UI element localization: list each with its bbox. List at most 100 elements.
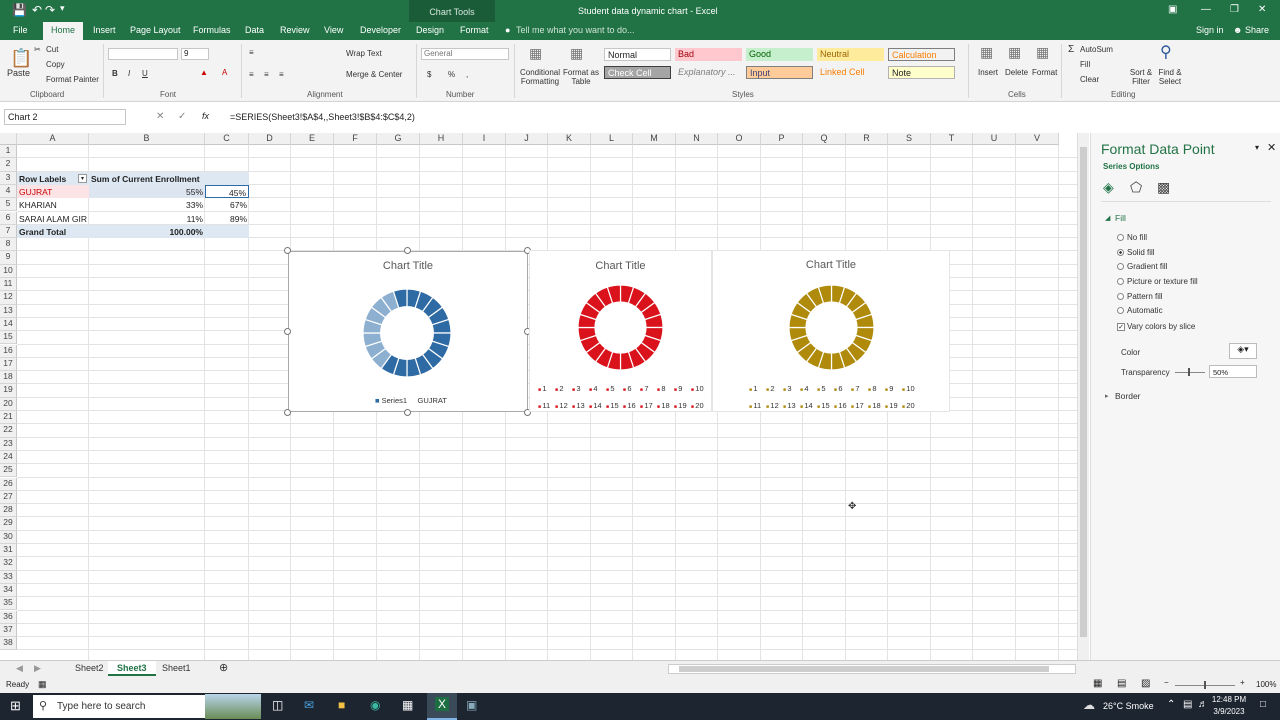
conditional-formatting-icon[interactable]: ▦ bbox=[529, 45, 542, 62]
resize-handle[interactable] bbox=[284, 409, 291, 416]
column-header[interactable]: K bbox=[548, 133, 591, 145]
row-header[interactable]: 35 bbox=[0, 597, 17, 611]
currency-icon[interactable]: $ bbox=[427, 70, 431, 79]
row-header[interactable]: 5 bbox=[0, 198, 17, 212]
legend-entry[interactable]: ■ 17 bbox=[640, 398, 656, 415]
legend-entry[interactable]: ■ 19 bbox=[674, 398, 690, 415]
chart-2[interactable]: Chart Title ■ Series1 GUJRAT bbox=[288, 251, 528, 412]
fill-collapse-icon[interactable]: ◢ bbox=[1105, 214, 1110, 222]
sign-in-link[interactable]: Sign in bbox=[1196, 25, 1224, 35]
legend-entry[interactable]: ■ 5 bbox=[606, 381, 622, 398]
legend-entry[interactable]: ■ 19 bbox=[885, 398, 901, 415]
store-icon[interactable]: ▦ bbox=[402, 698, 413, 712]
edge-icon[interactable]: ◉ bbox=[370, 698, 380, 712]
column-header[interactable]: Q bbox=[803, 133, 846, 145]
format-table-icon[interactable]: ▦ bbox=[570, 45, 583, 62]
macro-record-icon[interactable]: ▦ bbox=[38, 679, 47, 690]
redo-icon[interactable]: ↷ bbox=[45, 3, 55, 17]
column-header[interactable]: J bbox=[506, 133, 548, 145]
pivot-row-label[interactable]: SARAI ALAM GIR bbox=[17, 212, 89, 225]
wrap-text-button[interactable]: Wrap Text bbox=[346, 49, 382, 58]
clock-time[interactable]: 12:48 PM bbox=[1209, 695, 1249, 704]
row-header[interactable]: 27 bbox=[0, 490, 17, 505]
row-header[interactable]: 22 bbox=[0, 424, 17, 438]
column-header[interactable]: F bbox=[334, 133, 377, 145]
row-header[interactable]: 12 bbox=[0, 291, 17, 305]
tab-design[interactable]: Design bbox=[416, 25, 444, 35]
pivot-header-extra[interactable] bbox=[205, 171, 249, 185]
column-header[interactable]: R bbox=[846, 133, 888, 145]
tab-page-layout[interactable]: Page Layout bbox=[130, 25, 181, 35]
row-header[interactable]: 19 bbox=[0, 384, 17, 398]
chart-gold[interactable]: Chart Title ■ 1 ■ 2 ■ 3 ■ 4 ■ 5 ■ 6 ■ 7 ■ 8 ■ 9 ■… bbox=[712, 250, 950, 412]
column-header[interactable]: C bbox=[205, 133, 249, 145]
tab-insert[interactable]: Insert bbox=[93, 25, 116, 35]
picture-fill-label[interactable]: Picture or texture fill bbox=[1127, 277, 1198, 286]
new-sheet-icon[interactable]: ⊕ bbox=[219, 661, 228, 674]
tab-format[interactable]: Format bbox=[460, 25, 489, 35]
tab-data[interactable]: Data bbox=[245, 25, 264, 35]
column-header[interactable]: H bbox=[420, 133, 463, 145]
row-header[interactable]: 33 bbox=[0, 570, 17, 584]
pivot-header-enrollment[interactable]: Sum of Current Enrollment bbox=[89, 171, 205, 185]
row-header[interactable]: 37 bbox=[0, 623, 17, 638]
row-header[interactable]: 20 bbox=[0, 397, 17, 411]
column-header[interactable]: U bbox=[973, 133, 1016, 145]
normal-view-icon[interactable]: ▦ bbox=[1093, 678, 1102, 689]
row-header[interactable]: 14 bbox=[0, 317, 17, 332]
cancel-icon[interactable]: ✕ bbox=[156, 111, 164, 122]
restore-icon[interactable]: ❐ bbox=[1230, 4, 1239, 15]
row-header[interactable]: 10 bbox=[0, 264, 17, 278]
row-header[interactable]: 23 bbox=[0, 437, 17, 451]
effects-icon[interactable]: ⬠ bbox=[1130, 179, 1142, 196]
legend-entry[interactable]: ■ 9 bbox=[885, 381, 901, 398]
legend-entry[interactable]: ■ 5 bbox=[817, 381, 833, 398]
legend-entry[interactable]: ■ 20 bbox=[691, 398, 707, 415]
number-format-box[interactable]: General bbox=[421, 48, 509, 60]
style-linked-cell[interactable]: Linked Cell bbox=[817, 66, 884, 79]
automatic-label[interactable]: Automatic bbox=[1127, 306, 1163, 315]
ribbon-options-icon[interactable]: ▣ bbox=[1168, 4, 1177, 15]
format-cells-icon[interactable]: ▦ bbox=[1036, 44, 1049, 61]
pivot-value[interactable]: 55% bbox=[89, 184, 205, 198]
horizontal-scrollbar[interactable] bbox=[668, 664, 1076, 674]
legend-entry[interactable]: ■ 17 bbox=[851, 398, 867, 415]
sort-filter-button[interactable]: Sort & Filter bbox=[1128, 68, 1154, 86]
row-header[interactable]: 31 bbox=[0, 544, 17, 558]
column-header[interactable]: T bbox=[931, 133, 973, 145]
find-select-button[interactable]: Find & Select bbox=[1154, 68, 1186, 86]
row-header[interactable]: 13 bbox=[0, 304, 17, 318]
row-header[interactable]: 16 bbox=[0, 344, 17, 358]
legend-entry[interactable]: ■ 6 bbox=[623, 381, 639, 398]
row-header[interactable]: 28 bbox=[0, 504, 17, 518]
gradient-fill-label[interactable]: Gradient fill bbox=[1127, 262, 1167, 271]
resize-handle[interactable] bbox=[404, 247, 411, 254]
format-painter-button[interactable]: Format Painter bbox=[46, 75, 99, 84]
network-icon[interactable]: ▤ bbox=[1183, 699, 1192, 710]
row-header[interactable]: 9 bbox=[0, 251, 17, 265]
legend-entry[interactable]: ■ 15 bbox=[817, 398, 833, 415]
row-header[interactable]: 21 bbox=[0, 411, 17, 425]
legend-entry[interactable]: ■ 14 bbox=[589, 398, 605, 415]
format-cells-button[interactable]: Format bbox=[1032, 68, 1057, 77]
legend-entry[interactable]: ■ 12 bbox=[555, 398, 571, 415]
row-header[interactable]: 30 bbox=[0, 530, 17, 544]
column-header[interactable]: A bbox=[17, 133, 89, 145]
column-header[interactable]: I bbox=[463, 133, 506, 145]
font-color-icon[interactable]: A bbox=[222, 68, 227, 77]
weather-text[interactable]: 26°C Smoke bbox=[1103, 701, 1154, 711]
customize-qat-icon[interactable]: ▾ bbox=[60, 3, 65, 14]
select-all-corner[interactable] bbox=[0, 133, 17, 145]
transparency-slider-thumb[interactable] bbox=[1188, 368, 1190, 376]
tab-developer[interactable]: Developer bbox=[360, 25, 401, 35]
scroll-tabs-left-icon[interactable]: ◀ bbox=[16, 663, 23, 674]
pattern-fill-label[interactable]: Pattern fill bbox=[1127, 292, 1163, 301]
scroll-thumb[interactable] bbox=[1080, 147, 1087, 637]
cut-button[interactable]: Cut bbox=[46, 45, 58, 54]
row-header[interactable]: 15 bbox=[0, 331, 17, 345]
conditional-formatting-button[interactable]: Conditional Formatting bbox=[518, 68, 562, 86]
donut-chart-3[interactable] bbox=[788, 284, 875, 371]
delete-cells-button[interactable]: Delete bbox=[1005, 68, 1028, 77]
magnifier-icon[interactable]: ⚲ bbox=[1160, 42, 1172, 62]
autosum-button[interactable]: AutoSum bbox=[1080, 45, 1113, 54]
